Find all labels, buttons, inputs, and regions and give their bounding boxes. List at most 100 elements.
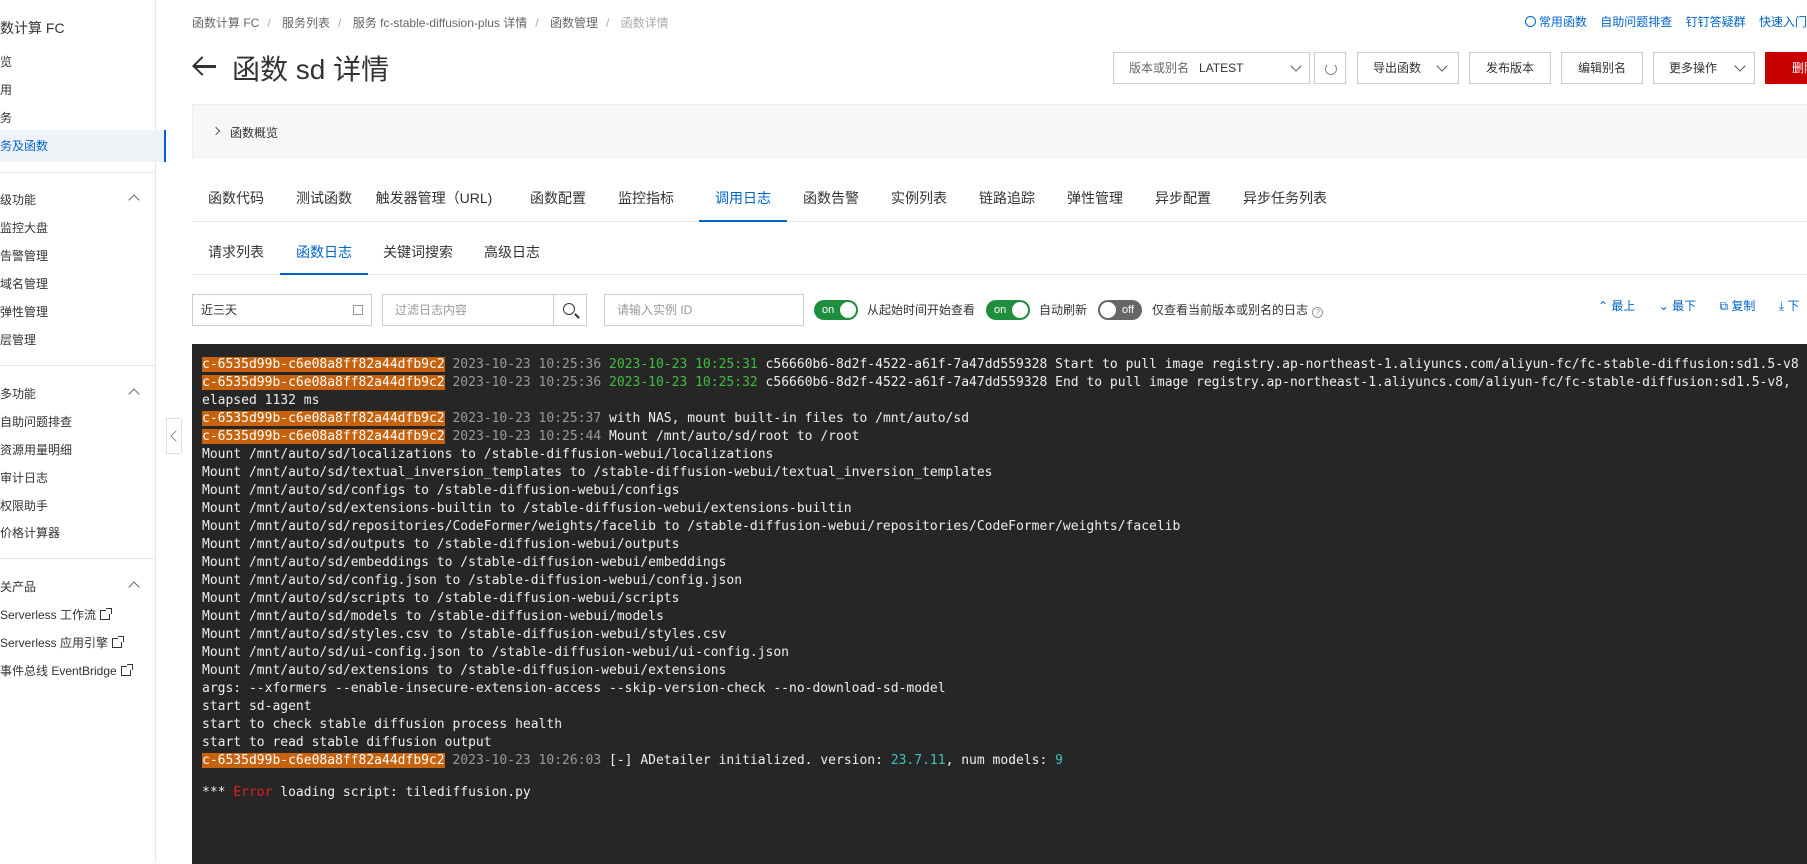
log-event-time: 2023-10-23 10:25:31 (601, 357, 758, 372)
sidebar-item-domains[interactable]: 域名管理 (0, 275, 48, 292)
scroll-bottom-link[interactable]: ⌄ 最下 (1659, 299, 1696, 313)
tab-test[interactable]: 测试函数 (280, 172, 368, 222)
function-overview-panel[interactable]: 函数概览 (192, 104, 1807, 158)
from-start-toggle[interactable]: on (814, 300, 858, 320)
toggle-state: on (822, 304, 835, 316)
log-line: start sd-agent (202, 698, 1807, 716)
log-text: [-] ADetailer initialized. version: (601, 753, 891, 768)
log-text: Mount /mnt/auto/sd/styles.csv to /stable… (202, 627, 727, 642)
tab-metrics[interactable]: 监控指标 (602, 172, 690, 222)
sidebar-item-monitor[interactable]: 监控大盘 (0, 219, 48, 236)
sidebar-divider (0, 365, 156, 366)
publish-version-button[interactable]: 发布版本 (1469, 52, 1551, 84)
log-instance-id: c-6535d99b-c6e08a8ff82a44dfb9c2 (202, 753, 445, 768)
log-line: Mount /mnt/auto/sd/textual_inversion_tem… (202, 464, 1807, 482)
scroll-top-link[interactable]: ⌃ 最上 (1598, 299, 1635, 313)
link-quickstart[interactable]: 快速入门 (1759, 15, 1807, 29)
link-common-functions[interactable]: 常用函数 (1524, 15, 1587, 29)
sidebar-item-label: Serverless 工作流 (0, 608, 97, 622)
chevron-down-icon (1436, 60, 1448, 72)
subtab-function-logs[interactable]: 函数日志 (280, 230, 368, 275)
sidebar-item-troubleshoot[interactable]: 自助问题排查 (0, 413, 72, 430)
delete-button[interactable]: 删除 (1765, 52, 1807, 84)
time-range-picker[interactable]: 近三天 (192, 294, 372, 326)
breadcrumb-current: 函数详情 (620, 16, 669, 30)
sidebar-item-layers[interactable]: 层管理 (0, 331, 36, 348)
log-line: c-6535d99b-c6e08a8ff82a44dfb9c2 2023-10-… (202, 410, 1807, 428)
instance-id-input[interactable]: 请输入实例 ID (604, 294, 804, 326)
sidebar-item-audit[interactable]: 审计日志 (0, 469, 48, 486)
export-function-button[interactable]: 导出函数 (1357, 52, 1459, 84)
tab-triggers[interactable]: 触发器管理（URL) (368, 172, 500, 222)
subtab-advanced-logs[interactable]: 高级日志 (468, 230, 556, 275)
breadcrumb-fc[interactable]: 函数计算 FC (192, 16, 259, 30)
sidebar-group-related[interactable]: 关产品 (0, 578, 36, 595)
sidebar-divider (0, 558, 156, 559)
log-text: start to check stable diffusion process … (202, 717, 563, 732)
tab-code[interactable]: 函数代码 (192, 172, 280, 222)
sidebar-item-serverless-workflow[interactable]: Serverless 工作流 (0, 606, 113, 623)
sidebar-collapse-button[interactable] (166, 418, 182, 454)
subtab-keyword-search[interactable]: 关键词搜索 (368, 230, 468, 275)
log-line: start to read stable diffusion output (202, 734, 1807, 752)
log-filter-input[interactable]: 过滤日志内容 (382, 294, 554, 326)
log-line: Mount /mnt/auto/sd/repositories/CodeForm… (202, 518, 1807, 536)
log-timestamp: 2023-10-23 10:26:03 (444, 753, 602, 768)
tab-async-tasks[interactable]: 异步任务列表 (1227, 172, 1343, 222)
download-link[interactable]: ⤓ 下 (1779, 299, 1800, 313)
copy-link[interactable]: ⧉ 复制 (1720, 299, 1756, 313)
breadcrumb-services[interactable]: 服务列表 (282, 16, 330, 30)
search-icon[interactable] (553, 294, 587, 326)
sidebar-item-eventbridge[interactable]: 事件总线 EventBridge (0, 662, 133, 679)
sidebar-item-sae[interactable]: Serverless 应用引擎 (0, 634, 125, 651)
refresh-button[interactable] (1314, 52, 1346, 84)
tab-async-config[interactable]: 异步配置 (1139, 172, 1227, 222)
log-text: Mount /mnt/auto/sd/embeddings to /stable… (202, 555, 727, 570)
chevron-up-icon[interactable] (128, 581, 140, 593)
sidebar-item-elastic[interactable]: 弹性管理 (0, 303, 48, 320)
more-actions-button[interactable]: 更多操作 (1653, 52, 1755, 84)
log-filters: 近三天 过滤日志内容 请输入实例 ID on 从起始时间开始查看 on 自动刷新… (192, 294, 1807, 326)
auto-refresh-toggle[interactable]: on (986, 300, 1030, 320)
sidebar-item-alerts[interactable]: 告警管理 (0, 247, 48, 264)
tab-instances[interactable]: 实例列表 (875, 172, 963, 222)
help-icon[interactable]: ? (1312, 307, 1324, 318)
chevron-up-icon[interactable] (128, 194, 140, 206)
log-text: Mount /mnt/auto/sd/outputs to /stable-di… (202, 537, 680, 552)
tab-elastic[interactable]: 弹性管理 (1051, 172, 1139, 222)
back-arrow-icon[interactable] (192, 56, 218, 76)
breadcrumb-functions[interactable]: 函数管理 (550, 16, 598, 30)
log-text: Mount /mnt/auto/sd/localizations to /sta… (202, 447, 774, 462)
current-version-toggle[interactable]: off (1098, 300, 1142, 320)
sidebar-group-advanced[interactable]: 级功能 (0, 191, 36, 208)
sidebar-item-permissions[interactable]: 权限助手 (0, 497, 48, 514)
time-range-value: 近三天 (201, 303, 238, 317)
version-select[interactable]: 版本或别名 LATEST (1113, 52, 1310, 84)
sidebar-item-services-functions[interactable]: 务及函数 (0, 130, 166, 162)
sidebar: 数计算 FC 览 用 务 务及函数 级功能 监控大盘 告警管理 域名管理 弹性管… (0, 0, 166, 862)
edit-alias-button[interactable]: 编辑别名 (1561, 52, 1643, 84)
tab-logs[interactable]: 调用日志 (699, 172, 787, 222)
log-text: Mount /mnt/auto/sd/models to /stable-dif… (202, 609, 664, 624)
sidebar-group-more[interactable]: 多功能 (0, 385, 36, 402)
export-label: 导出函数 (1373, 61, 1422, 75)
sidebar-item-overview[interactable]: 览 (0, 53, 12, 70)
tab-alerts[interactable]: 函数告警 (787, 172, 875, 222)
tab-config[interactable]: 函数配置 (514, 172, 602, 222)
subtab-requests[interactable]: 请求列表 (192, 230, 280, 275)
tab-tracing[interactable]: 链路追踪 (963, 172, 1051, 222)
log-text: start to read stable diffusion output (202, 735, 492, 750)
sidebar-item-usage[interactable]: 资源用量明细 (0, 441, 72, 458)
link-dingtalk[interactable]: 钉钉答疑群 (1686, 15, 1746, 29)
sidebar-item-pricing[interactable]: 价格计算器 (0, 524, 60, 541)
chevron-up-icon[interactable] (128, 388, 140, 400)
breadcrumb-service-detail[interactable]: 服务 fc-stable-diffusion-plus 详情 (353, 16, 528, 30)
link-troubleshoot[interactable]: 自助问题排查 (1600, 15, 1672, 29)
log-text: Mount /mnt/auto/sd/extensions-builtin to… (202, 501, 852, 516)
log-console[interactable]: c-6535d99b-c6e08a8ff82a44dfb9c2 2023-10-… (192, 344, 1807, 864)
log-line: Mount /mnt/auto/sd/embeddings to /stable… (202, 554, 1807, 572)
sidebar-item-services[interactable]: 务 (0, 109, 12, 126)
sidebar-item-apps[interactable]: 用 (0, 81, 12, 98)
log-line: Mount /mnt/auto/sd/extensions to /stable… (202, 662, 1807, 680)
